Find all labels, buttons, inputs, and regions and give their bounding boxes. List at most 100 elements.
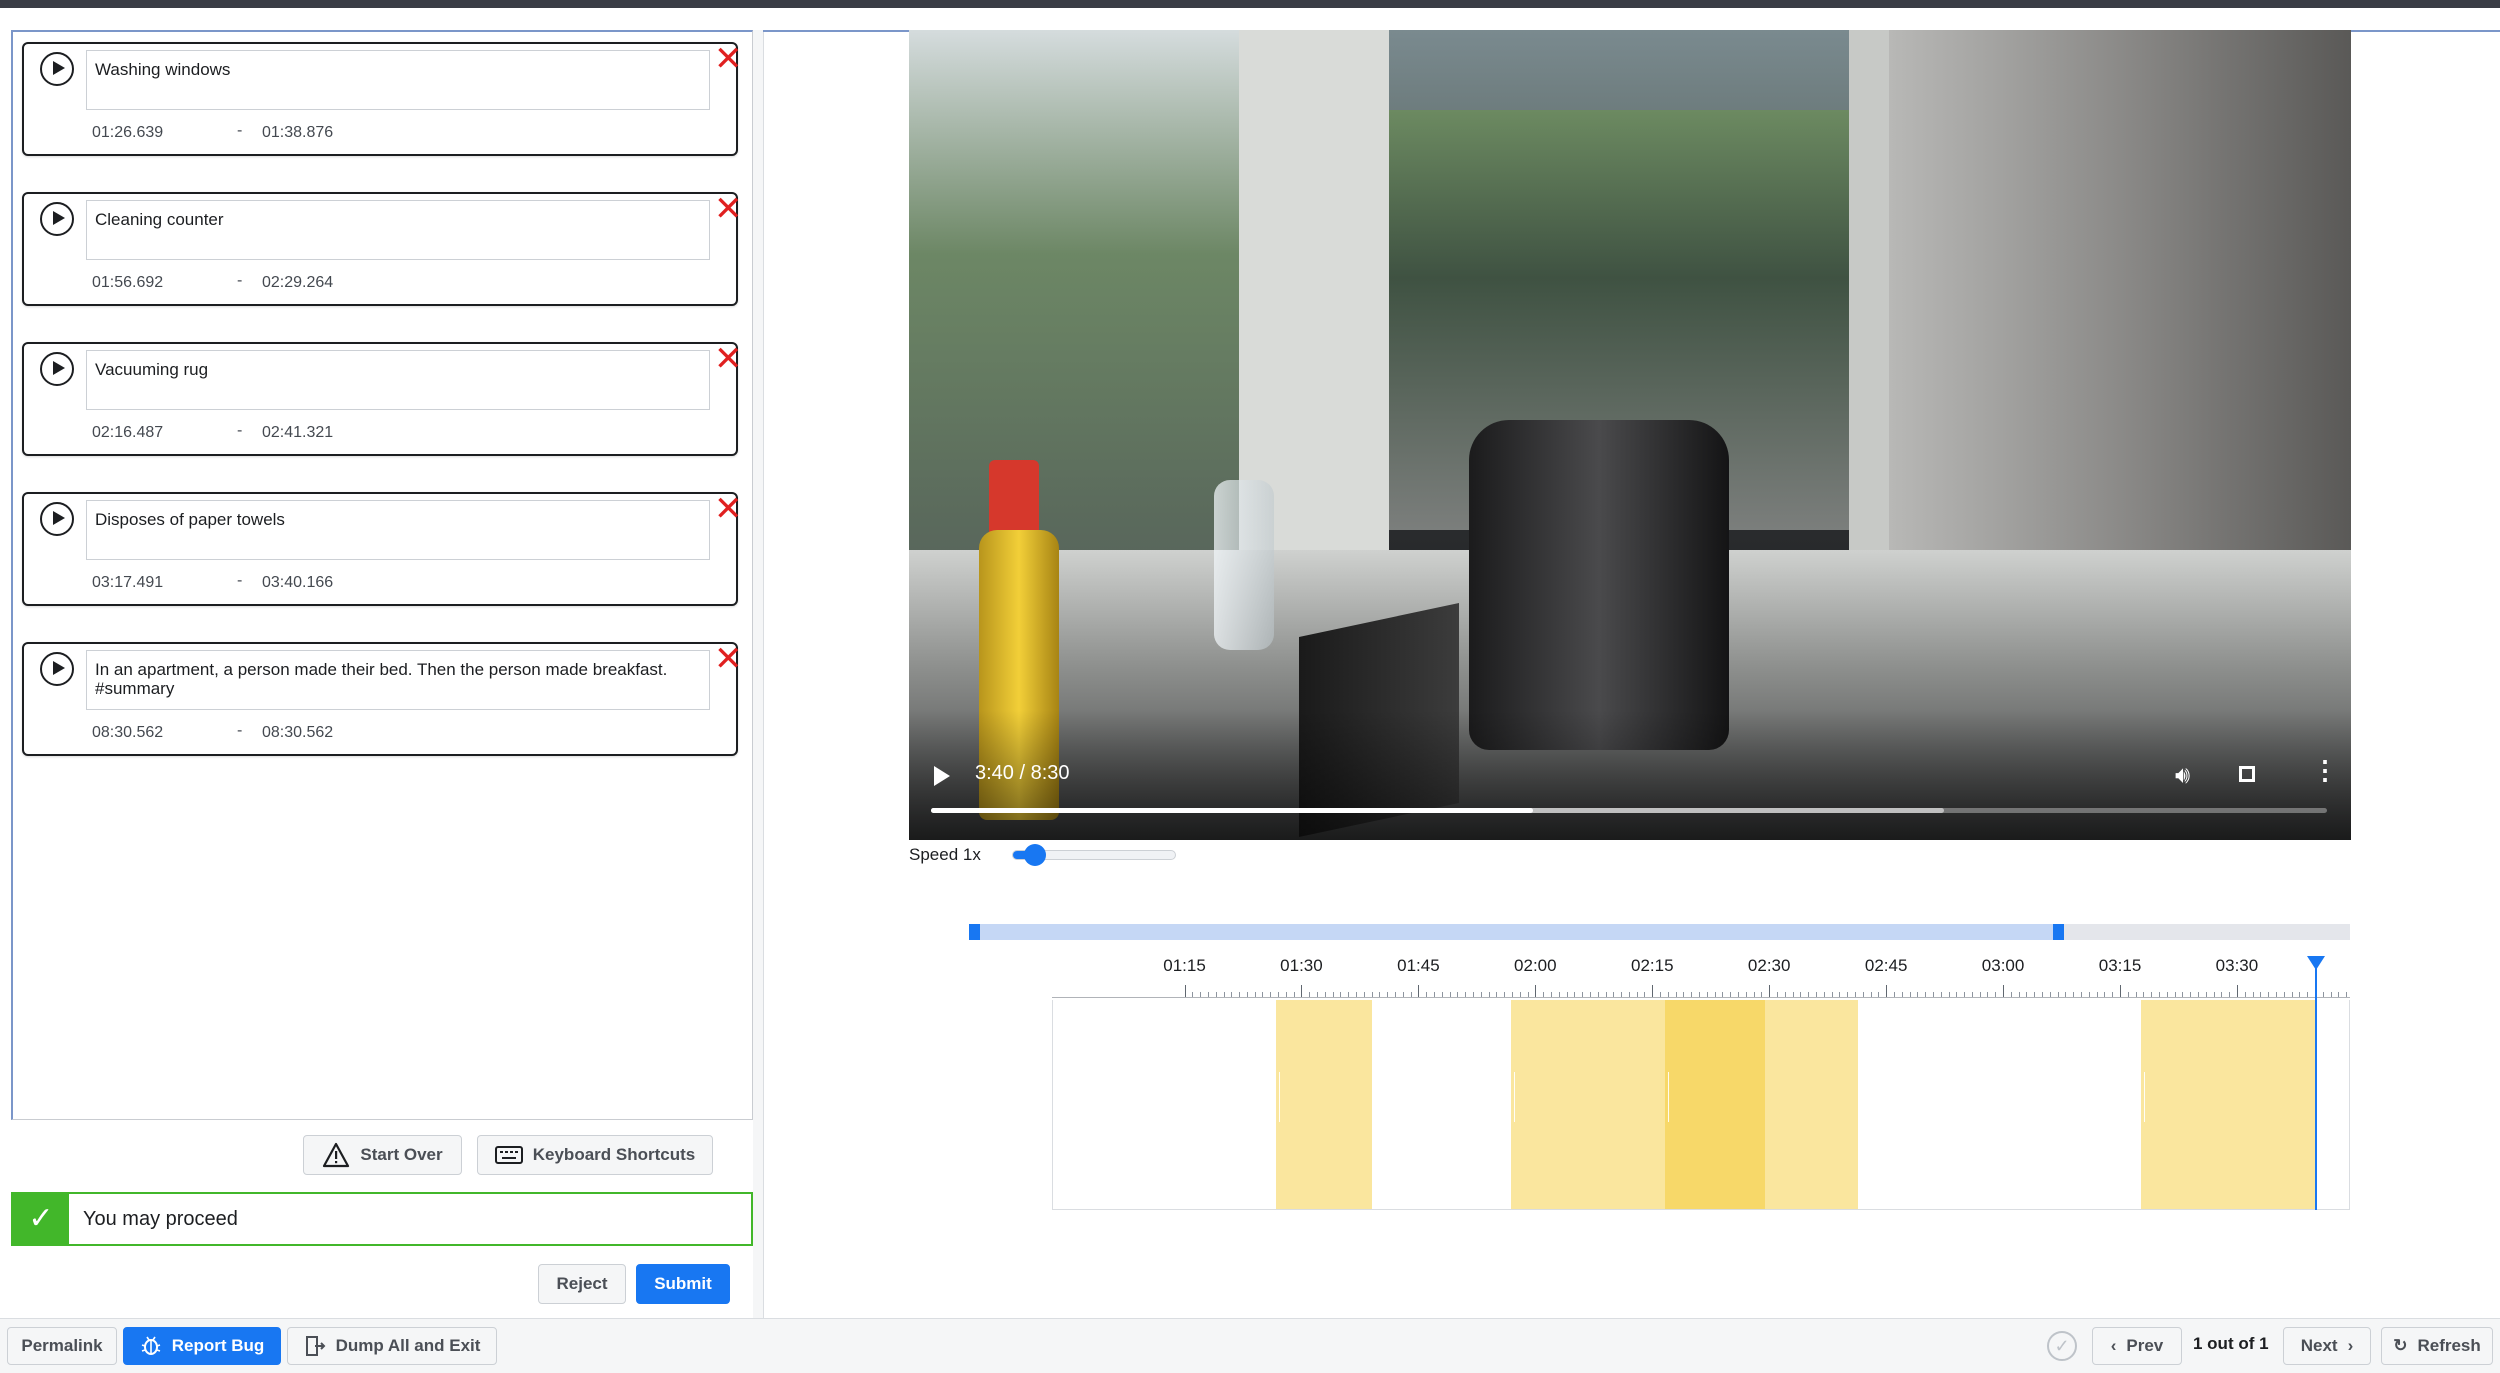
close-icon[interactable]: ✕ xyxy=(714,192,743,226)
timeline-tick xyxy=(2307,992,2309,997)
segment-resize-handle[interactable] xyxy=(1513,1072,1515,1122)
submit-label: Submit xyxy=(654,1274,712,1293)
timeline-baseline xyxy=(1052,997,2350,998)
annotation-text-field[interactable]: Vacuuming rug xyxy=(86,350,710,410)
annotation-card[interactable]: In an apartment, a person made their bed… xyxy=(22,642,743,756)
segment-end-time[interactable]: 08:30.562 xyxy=(262,724,333,742)
segment-start-time[interactable]: 01:26.639 xyxy=(92,124,163,142)
timeline-tick xyxy=(1605,992,1607,997)
play-segment-icon[interactable] xyxy=(40,502,74,536)
segment-resize-handle[interactable] xyxy=(2143,1072,2145,1122)
play-segment-icon[interactable] xyxy=(40,652,74,686)
pager-indicator: 1 out of 1 xyxy=(2193,1334,2269,1353)
keyboard-shortcuts-button[interactable]: Keyboard Shortcuts xyxy=(477,1135,713,1175)
next-button[interactable]: Next › xyxy=(2283,1327,2371,1365)
volume-icon[interactable]: 🔊︎ xyxy=(2175,762,2190,790)
timeline-scroll-handle-right[interactable] xyxy=(2052,924,2064,940)
video-progress-bar xyxy=(931,808,1534,813)
keyboard-shortcuts-label: Keyboard Shortcuts xyxy=(532,1145,696,1164)
timeline-scroll-window[interactable] xyxy=(974,924,2058,940)
timeline-tick xyxy=(2034,992,2036,997)
timeline-tick xyxy=(2221,992,2223,997)
timeline-segment[interactable] xyxy=(1664,1000,1859,1209)
report-bug-button[interactable]: Report Bug xyxy=(123,1327,281,1365)
annotation-card[interactable]: Washing windows ✕ 01:26.639 - 01:38.876 xyxy=(22,42,743,156)
segment-end-time[interactable]: 02:29.264 xyxy=(262,274,333,292)
timeline-tick xyxy=(2049,992,2051,997)
video-frame-pillar-2 xyxy=(1849,30,1889,630)
close-icon[interactable]: ✕ xyxy=(714,342,743,376)
timeline-tick xyxy=(1745,992,1747,997)
close-icon[interactable]: ✕ xyxy=(714,642,743,676)
annotation-card[interactable]: Disposes of paper towels ✕ 03:17.491 - 03:40… xyxy=(22,492,743,606)
timeline-track[interactable] xyxy=(1052,1000,2350,1210)
timeline-tick xyxy=(2190,992,2192,997)
timeline-scrollbar[interactable] xyxy=(969,924,2350,940)
speed-slider-thumb[interactable] xyxy=(1024,844,1046,866)
annotation-text-field[interactable]: Washing windows xyxy=(86,50,710,110)
start-over-button[interactable]: Start Over xyxy=(303,1135,462,1175)
segment-resize-handle[interactable] xyxy=(1278,1072,1280,1122)
status-banner: ✓ You may proceed xyxy=(11,1192,753,1246)
timeline-tick xyxy=(2003,985,2005,997)
speed-slider[interactable] xyxy=(1012,844,1176,866)
timeline-tick xyxy=(2166,992,2168,997)
segment-end-time[interactable]: 03:40.166 xyxy=(262,574,333,592)
segment-start-time[interactable]: 08:30.562 xyxy=(92,724,163,742)
more-options-icon[interactable]: ⋮ xyxy=(2312,757,2338,783)
timeline-tick xyxy=(1964,992,1966,997)
speed-label: Speed 1x xyxy=(909,845,981,864)
segment-start-time[interactable]: 01:56.692 xyxy=(92,274,163,292)
refresh-button[interactable]: ↻ Refresh xyxy=(2381,1327,2493,1365)
timeline-tick xyxy=(1792,992,1794,997)
timeline-tick xyxy=(1200,992,1202,997)
prev-label: Prev xyxy=(2126,1336,2164,1355)
segment-start-time[interactable]: 03:17.491 xyxy=(92,574,163,592)
segment-end-time[interactable]: 01:38.876 xyxy=(262,124,333,142)
permalink-button[interactable]: Permalink xyxy=(7,1327,117,1365)
reject-button[interactable]: Reject xyxy=(538,1264,626,1304)
timeline-tick xyxy=(1223,992,1225,997)
timeline-tick xyxy=(1535,985,1537,997)
timeline-tick xyxy=(2244,992,2246,997)
timeline-tick xyxy=(1262,992,1264,997)
timeline-tick xyxy=(2197,992,2199,997)
annotation-text-field[interactable]: In an apartment, a person made their bed… xyxy=(86,650,710,710)
video-frame-water-bottle xyxy=(1214,480,1274,650)
bug-icon xyxy=(141,1336,160,1355)
dump-all-exit-button[interactable]: Dump All and Exit xyxy=(287,1327,497,1365)
timeline-scroll-handle-left[interactable] xyxy=(969,924,981,940)
video-player[interactable]: 3:40 / 8:30 🔊︎ ⋮ xyxy=(909,30,2351,840)
annotation-card[interactable]: Vacuuming rug ✕ 02:16.487 - 02:41.321 xyxy=(22,342,743,456)
prev-button[interactable]: ‹ Prev xyxy=(2092,1327,2182,1365)
play-segment-icon[interactable] xyxy=(40,352,74,386)
timeline-tick xyxy=(1652,985,1654,997)
playhead-line[interactable] xyxy=(2314,960,2317,1210)
submit-button[interactable]: Submit xyxy=(636,1264,730,1304)
timeline-tick xyxy=(1613,992,1615,997)
video-seek-bar[interactable] xyxy=(931,808,2327,813)
segment-start-time[interactable]: 02:16.487 xyxy=(92,424,163,442)
timeline-segment[interactable] xyxy=(1275,1000,1372,1209)
segment-end-time[interactable]: 02:41.321 xyxy=(262,424,333,442)
timeline-tick xyxy=(1847,992,1849,997)
annotation-text-field[interactable]: Cleaning counter xyxy=(86,200,710,260)
video-play-icon[interactable] xyxy=(934,766,950,786)
time-separator: - xyxy=(237,722,243,739)
segment-resize-handle[interactable] xyxy=(1667,1072,1669,1122)
annotation-card[interactable]: Cleaning counter ✕ 01:56.692 - 02:29.264 xyxy=(22,192,743,306)
timeline-tick xyxy=(2081,992,2083,997)
timeline-tick-label: 02:45 xyxy=(1864,956,1908,975)
close-icon[interactable]: ✕ xyxy=(714,42,743,76)
annotation-text-field[interactable]: Disposes of paper towels xyxy=(86,500,710,560)
timeline-tick xyxy=(2268,992,2270,997)
close-icon[interactable]: ✕ xyxy=(714,492,743,526)
timeline-tick xyxy=(2174,992,2176,997)
fullscreen-icon[interactable] xyxy=(2239,766,2255,782)
timeline-tick xyxy=(1909,992,1911,997)
timeline-tick xyxy=(1714,992,1716,997)
timeline-segment[interactable] xyxy=(2140,1000,2318,1209)
play-segment-icon[interactable] xyxy=(40,52,74,86)
play-segment-icon[interactable] xyxy=(40,202,74,236)
timeline-tick xyxy=(1917,992,1919,997)
